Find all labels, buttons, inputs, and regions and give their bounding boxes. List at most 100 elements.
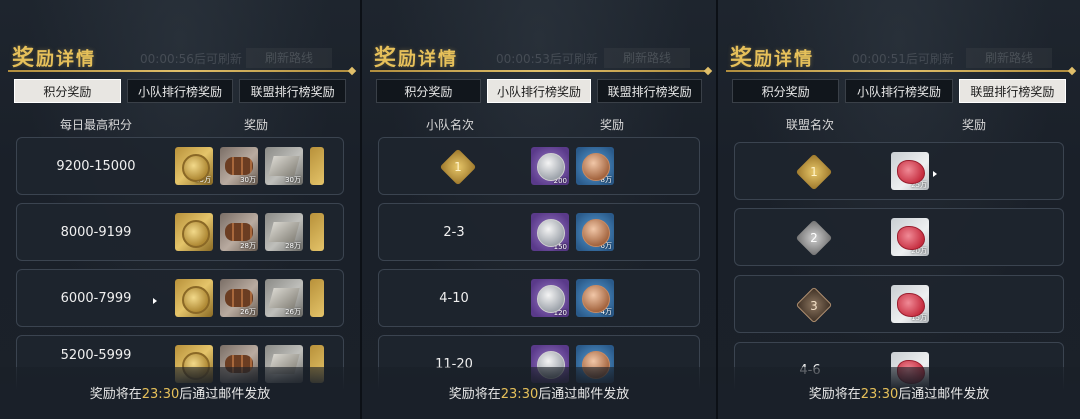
item-count: 150 [553,243,567,251]
tab-team-rank-reward[interactable]: 小队排行榜奖励 [845,79,953,103]
rank-3-badge: 3 [795,286,833,324]
stone-icon[interactable]: 26万 [265,279,303,317]
title-first-char: 奖 [12,46,37,71]
column-header-reward: 奖励 [962,118,987,132]
silver-coin-icon[interactable]: 120 [531,279,569,317]
rank-2-badge: 2 [795,219,833,257]
item-count: 20万 [911,247,927,255]
reward-panel-alliance: 00:00:51后可刷新 刷新路线 奖励详情 积分奖励 小队排行榜奖励 联盟排行… [718,0,1080,419]
stone-icon[interactable]: 30万 [265,147,303,185]
copper-coin-icon[interactable]: 4万 [576,279,614,317]
row-range-label: 6000-7999 [60,291,132,306]
mail-notice-footer: 奖励将在23:30后通过邮件发放 [0,367,360,419]
tab-alliance-rank-reward[interactable]: 联盟排行榜奖励 [239,79,347,103]
title-rest: 励详情 [36,49,97,70]
reward-panel-points: 00:00:56后可刷新 刷新路线 奖励详情 积分奖励 小队排行榜奖励 联盟排行… [0,0,360,419]
item-count: 26万 [240,308,256,316]
item-count: 30万 [240,176,256,184]
tab-points-reward[interactable]: 积分奖励 [376,79,481,103]
refresh-timer-ghost: 00:00:51后可刷新 [852,52,954,66]
footer-time: 23:30 [500,387,539,402]
footer-time: 23:30 [141,387,180,402]
title-rest: 励详情 [754,49,815,70]
item-count: 25万 [195,176,211,184]
row-rank-label: 2-3 [443,225,465,240]
item-count: 15万 [911,314,927,322]
rank-number: 2 [810,231,818,245]
refresh-route-ghost-button: 刷新路线 [966,48,1052,68]
meat-icon[interactable]: 20万 [891,218,929,256]
meat-icon[interactable]: 15万 [891,285,929,323]
item-count: 28万 [285,242,301,250]
footer-text-pre: 奖励将在 [808,387,861,402]
column-header-reward: 奖励 [600,118,625,132]
title-divider [8,70,352,72]
panel-title: 奖励详情 [374,40,458,72]
title-first-char: 奖 [374,46,399,71]
silver-coin-icon[interactable]: 150 [531,213,569,251]
title-first-char: 奖 [730,46,755,71]
gold-medal-icon[interactable]: 25万 [175,147,213,185]
rank-1-badge: 1 [439,148,477,186]
mail-notice-footer: 奖励将在23:30后通过邮件发放 [718,367,1080,419]
tab-alliance-rank-reward[interactable]: 联盟排行榜奖励 [597,79,703,103]
item-count: 6万 [600,242,612,250]
more-rewards-icon[interactable] [310,147,324,185]
rank-1-badge: 1 [795,153,833,191]
tab-alliance-rank-reward[interactable]: 联盟排行榜奖励 [958,79,1066,103]
mail-notice-footer: 奖励将在23:30后通过邮件发放 [362,367,716,419]
footer-text-post: 后通过邮件发放 [179,387,271,402]
rank-number: 3 [810,299,818,313]
footer-text-post: 后通过邮件发放 [538,387,630,402]
title-divider [370,70,708,72]
tab-team-rank-reward[interactable]: 小队排行榜奖励 [126,79,234,103]
wood-logs-icon[interactable]: 28万 [220,213,258,251]
item-count: 120 [553,309,567,317]
rank-number: 1 [810,165,818,179]
reward-row: 6000-7999 26万 26万 [16,269,344,327]
meat-icon[interactable]: 25万 [891,152,929,190]
gold-medal-icon[interactable] [175,279,213,317]
item-count: 200 [553,177,567,185]
reward-row: 1 200 8万 [378,137,700,195]
column-header-reward: 奖励 [244,118,269,132]
more-rewards-icon[interactable] [310,279,324,317]
refresh-route-ghost-button: 刷新路线 [604,48,690,68]
item-count: 30万 [285,176,301,184]
column-header-alliance-rank: 联盟名次 [786,118,835,132]
column-header-team-rank: 小队名次 [426,118,475,132]
mouse-cursor [933,171,937,177]
wood-logs-icon[interactable]: 26万 [220,279,258,317]
footer-text-pre: 奖励将在 [448,387,501,402]
title-rest: 励详情 [398,49,459,70]
reward-tabs: 积分奖励 小队排行榜奖励 联盟排行榜奖励 [732,79,1066,103]
item-count: 4万 [600,308,612,316]
mouse-cursor [153,298,157,304]
wood-logs-icon[interactable]: 30万 [220,147,258,185]
item-count: 26万 [285,308,301,316]
refresh-timer-ghost: 00:00:56后可刷新 [140,52,242,66]
reward-tabs: 积分奖励 小队排行榜奖励 联盟排行榜奖励 [14,79,347,103]
copper-coin-icon[interactable]: 8万 [576,147,614,185]
footer-text-post: 后通过邮件发放 [898,387,990,402]
copper-coin-icon[interactable]: 6万 [576,213,614,251]
panel-title: 奖励详情 [730,40,814,72]
reward-row: 4-10 120 4万 [378,269,700,327]
stone-icon[interactable]: 28万 [265,213,303,251]
item-count: 25万 [911,181,927,189]
row-range-label: 9200-15000 [56,159,136,174]
gold-medal-icon[interactable] [175,213,213,251]
silver-coin-icon[interactable]: 200 [531,147,569,185]
reward-row: 1 25万 [734,142,1064,200]
panel-title: 奖励详情 [12,40,96,72]
tab-team-rank-reward[interactable]: 小队排行榜奖励 [486,79,592,103]
tab-points-reward[interactable]: 积分奖励 [14,79,121,103]
refresh-route-ghost-button: 刷新路线 [246,48,332,68]
item-count: 28万 [240,242,256,250]
reward-row: 9200-15000 25万 30万 30万 [16,137,344,195]
row-range-label: 8000-9199 [60,225,132,240]
more-rewards-icon[interactable] [310,213,324,251]
row-rank-label: 4-10 [439,291,469,306]
reward-row: 8000-9199 28万 28万 [16,203,344,261]
tab-points-reward[interactable]: 积分奖励 [732,79,840,103]
